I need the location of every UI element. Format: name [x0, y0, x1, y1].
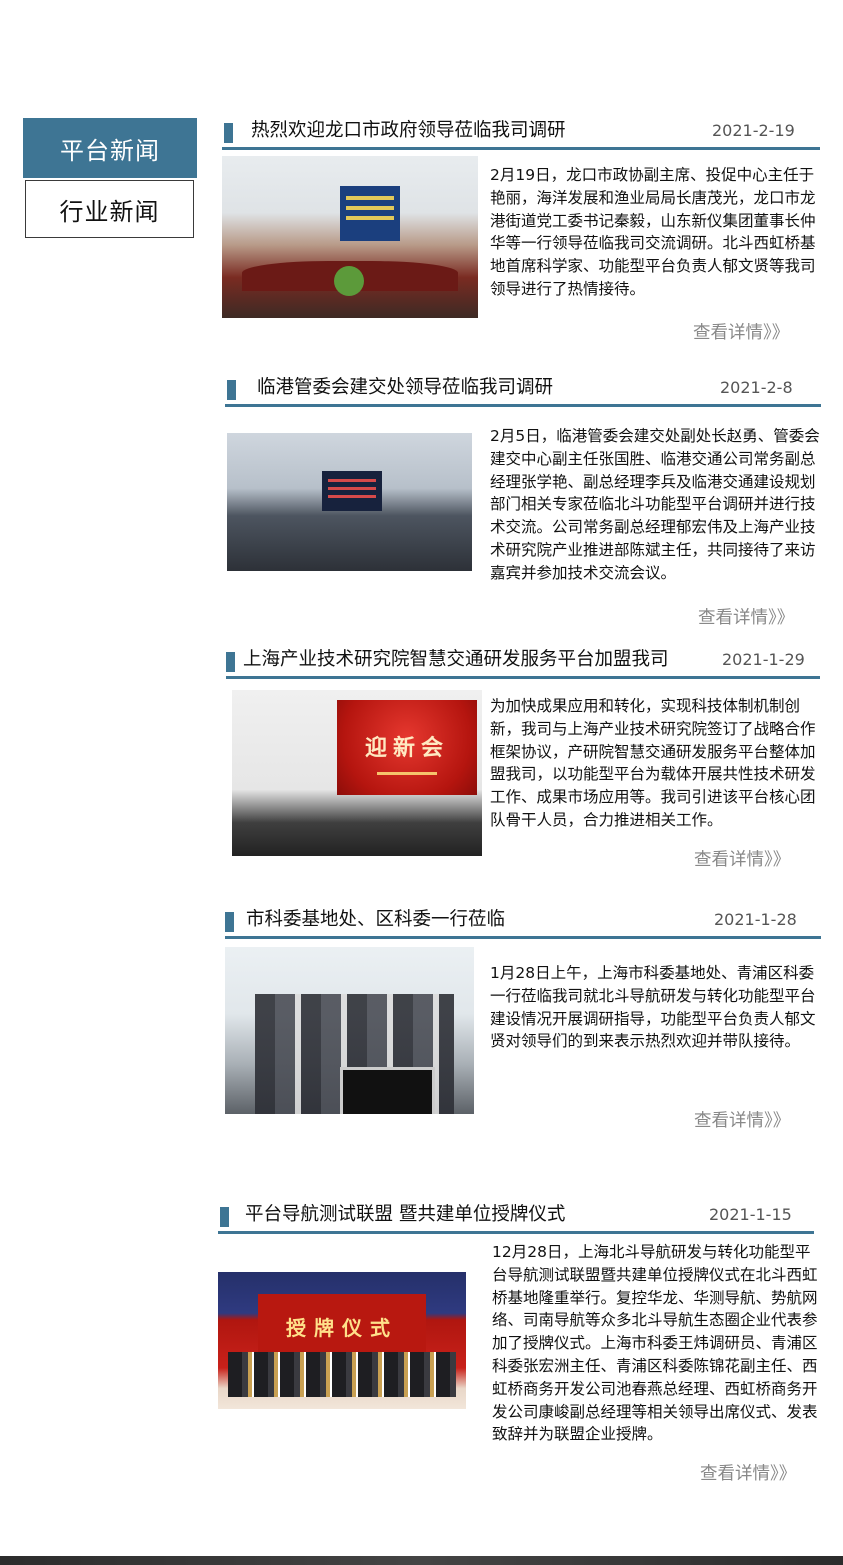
news-item: 市科委基地处、区科委一行莅临 2021-1-28 1月28日上午，上海市科委基地… — [225, 907, 825, 1137]
news-photo[interactable] — [222, 156, 478, 318]
read-more-link[interactable]: 查看详情》》 — [698, 604, 794, 629]
news-photo[interactable]: 迎新会 — [232, 690, 482, 856]
news-summary: 12月28日，上海北斗导航研发与转化功能型平台导航测试联盟暨共建单位授牌仪式在北… — [492, 1243, 818, 1444]
title-marker — [220, 1207, 229, 1227]
news-title[interactable]: 热烈欢迎龙口市政府领导莅临我司调研 — [251, 118, 566, 144]
news-item: 临港管委会建交处领导莅临我司调研 2021-2-8 2月5日，临港管委会建交处副… — [225, 375, 825, 635]
tab-platform-news[interactable]: 平台新闻 — [23, 118, 197, 178]
tab-industry-news[interactable]: 行业新闻 — [25, 180, 194, 238]
read-more-link[interactable]: 查看详情》》 — [693, 319, 789, 344]
news-item: 上海产业技术研究院智慧交通研发服务平台加盟我司 2021-1-29 迎新会 为加… — [226, 647, 826, 877]
news-title[interactable]: 平台导航测试联盟 暨共建单位授牌仪式 — [245, 1202, 565, 1228]
news-title[interactable]: 上海产业技术研究院智慧交通研发服务平台加盟我司 — [243, 647, 669, 673]
news-item: 热烈欢迎龙口市政府领导莅临我司调研 2021-2-19 2月19日，龙口市政协副… — [222, 118, 822, 348]
read-more-link[interactable]: 查看详情》》 — [694, 846, 790, 871]
title-marker — [226, 652, 235, 672]
banner-text: 迎新会 — [364, 735, 449, 761]
read-more-link[interactable]: 查看详情》》 — [694, 1107, 790, 1132]
footer-bar — [0, 1556, 843, 1565]
title-underline — [218, 1231, 814, 1234]
news-summary: 2月5日，临港管委会建交处副处长赵勇、管委会建交中心副主任张国胜、临港交通公司常… — [490, 427, 820, 582]
news-photo[interactable] — [227, 433, 472, 571]
title-underline — [225, 936, 821, 939]
news-photo[interactable] — [225, 947, 474, 1114]
news-date: 2021-1-28 — [714, 910, 797, 929]
title-marker — [225, 912, 234, 932]
news-title[interactable]: 市科委基地处、区科委一行莅临 — [246, 907, 505, 933]
title-marker — [227, 380, 236, 400]
news-date: 2021-2-19 — [712, 121, 795, 140]
news-date: 2021-2-8 — [720, 378, 793, 397]
news-title[interactable]: 临港管委会建交处领导莅临我司调研 — [257, 375, 553, 401]
news-date: 2021-1-29 — [722, 650, 805, 669]
news-date: 2021-1-15 — [709, 1205, 792, 1224]
read-more-link[interactable]: 查看详情》》 — [700, 1460, 796, 1485]
news-photo[interactable]: 授牌仪式 — [218, 1272, 466, 1409]
title-underline — [222, 147, 820, 150]
banner-text: 授牌仪式 — [286, 1316, 398, 1340]
title-underline — [225, 404, 821, 407]
news-item: 平台导航测试联盟 暨共建单位授牌仪式 2021-1-15 授牌仪式 12月28日… — [218, 1202, 818, 1492]
news-summary: 为加快成果应用和转化，实现科技体制机制创新，我司与上海产业技术研究院签订了战略合… — [490, 697, 816, 829]
title-underline — [226, 676, 820, 679]
news-summary: 2月19日，龙口市政协副主席、投促中心主任于艳丽，海洋发展和渔业局局长唐茂光，龙… — [490, 166, 816, 298]
title-marker — [224, 123, 233, 143]
news-summary: 1月28日上午，上海市科委基地处、青浦区科委一行莅临我司就北斗导航研发与转化功能… — [490, 964, 816, 1051]
